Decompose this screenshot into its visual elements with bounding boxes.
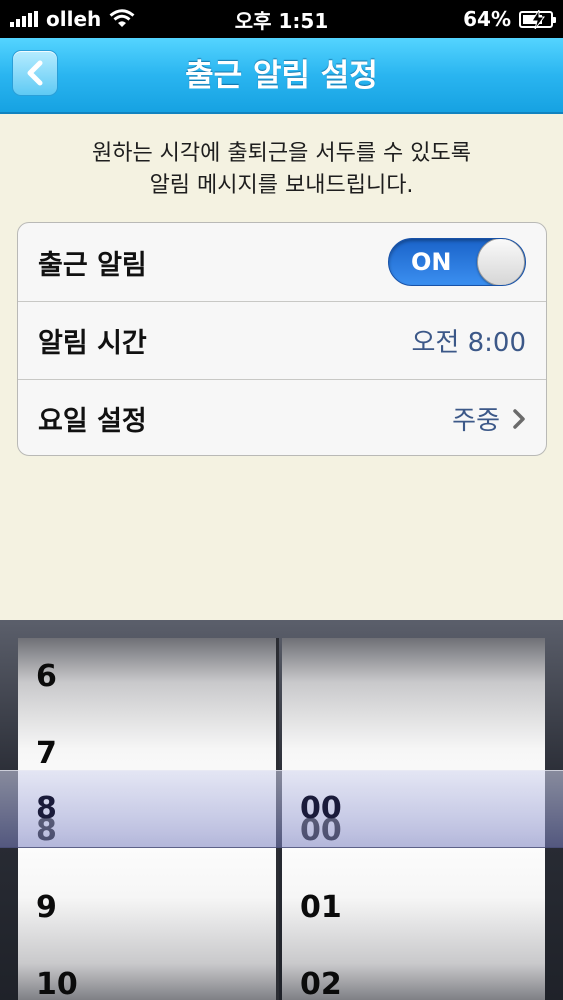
alarm-label: 출근 알림 bbox=[38, 249, 147, 281]
alarm-toggle[interactable]: ON bbox=[388, 238, 526, 286]
time-picker: 6 7 8 9 10 00 01 02 bbox=[0, 620, 563, 1000]
status-bar: olleh 오후 1:51 64% bbox=[0, 0, 563, 38]
minute-option[interactable]: 00 bbox=[282, 792, 545, 869]
days-value: 주중 bbox=[452, 406, 500, 436]
back-button[interactable] bbox=[12, 50, 58, 96]
minute-option[interactable]: 02 bbox=[282, 946, 545, 1000]
description-line-1: 원하는 시각에 출퇴근을 서두를 수 있도록 bbox=[91, 141, 472, 166]
toggle-knob bbox=[477, 239, 525, 285]
battery-percent: 64% bbox=[463, 7, 511, 31]
minute-option[interactable]: 01 bbox=[282, 869, 545, 946]
alarm-toggle-row: 출근 알림 ON bbox=[18, 223, 546, 301]
days-value-group: 주중 bbox=[452, 400, 526, 437]
hour-option[interactable]: 7 bbox=[18, 715, 276, 792]
minute-wheel[interactable]: 00 01 02 bbox=[282, 638, 545, 1000]
hour-option[interactable]: 6 bbox=[18, 638, 276, 715]
battery-icon bbox=[519, 9, 556, 29]
hour-option[interactable]: 9 bbox=[18, 869, 276, 946]
alarm-time-label: 알림 시간 bbox=[38, 328, 147, 359]
hour-option[interactable]: 8 bbox=[18, 792, 276, 869]
description-line-2: 알림 메시지를 보내드립니다. bbox=[149, 173, 414, 198]
chevron-right-icon bbox=[513, 408, 525, 429]
alarm-time-value: 오전 8:00 bbox=[411, 328, 527, 358]
toggle-state-label: ON bbox=[411, 248, 452, 276]
hour-wheel[interactable]: 6 7 8 9 10 bbox=[18, 638, 279, 1000]
alarm-time-row[interactable]: 알림 시간 오전 8:00 bbox=[18, 301, 546, 379]
days-setting-row[interactable]: 요일 설정 주중 bbox=[18, 379, 546, 455]
wifi-icon bbox=[109, 9, 135, 27]
minute-option[interactable] bbox=[282, 638, 545, 715]
description-text: 원하는 시각에 출퇴근을 서두를 수 있도록 알림 메시지를 보내드립니다. bbox=[0, 138, 563, 202]
signal-icon bbox=[10, 11, 38, 27]
carrier-name: olleh bbox=[46, 7, 102, 31]
hour-option[interactable]: 10 bbox=[18, 946, 276, 1000]
nav-bar: 출근 알림 설정 bbox=[0, 38, 563, 114]
status-right: 64% bbox=[463, 7, 556, 31]
minute-option[interactable] bbox=[282, 715, 545, 792]
status-left: olleh bbox=[10, 7, 135, 31]
settings-group: 출근 알림 ON 알림 시간 오전 8:00 요일 설정 주중 bbox=[17, 222, 547, 456]
charging-bolt-icon bbox=[531, 9, 545, 29]
chevron-left-icon bbox=[27, 60, 43, 86]
days-label: 요일 설정 bbox=[38, 406, 147, 437]
page-title: 출근 알림 설정 bbox=[185, 58, 378, 94]
